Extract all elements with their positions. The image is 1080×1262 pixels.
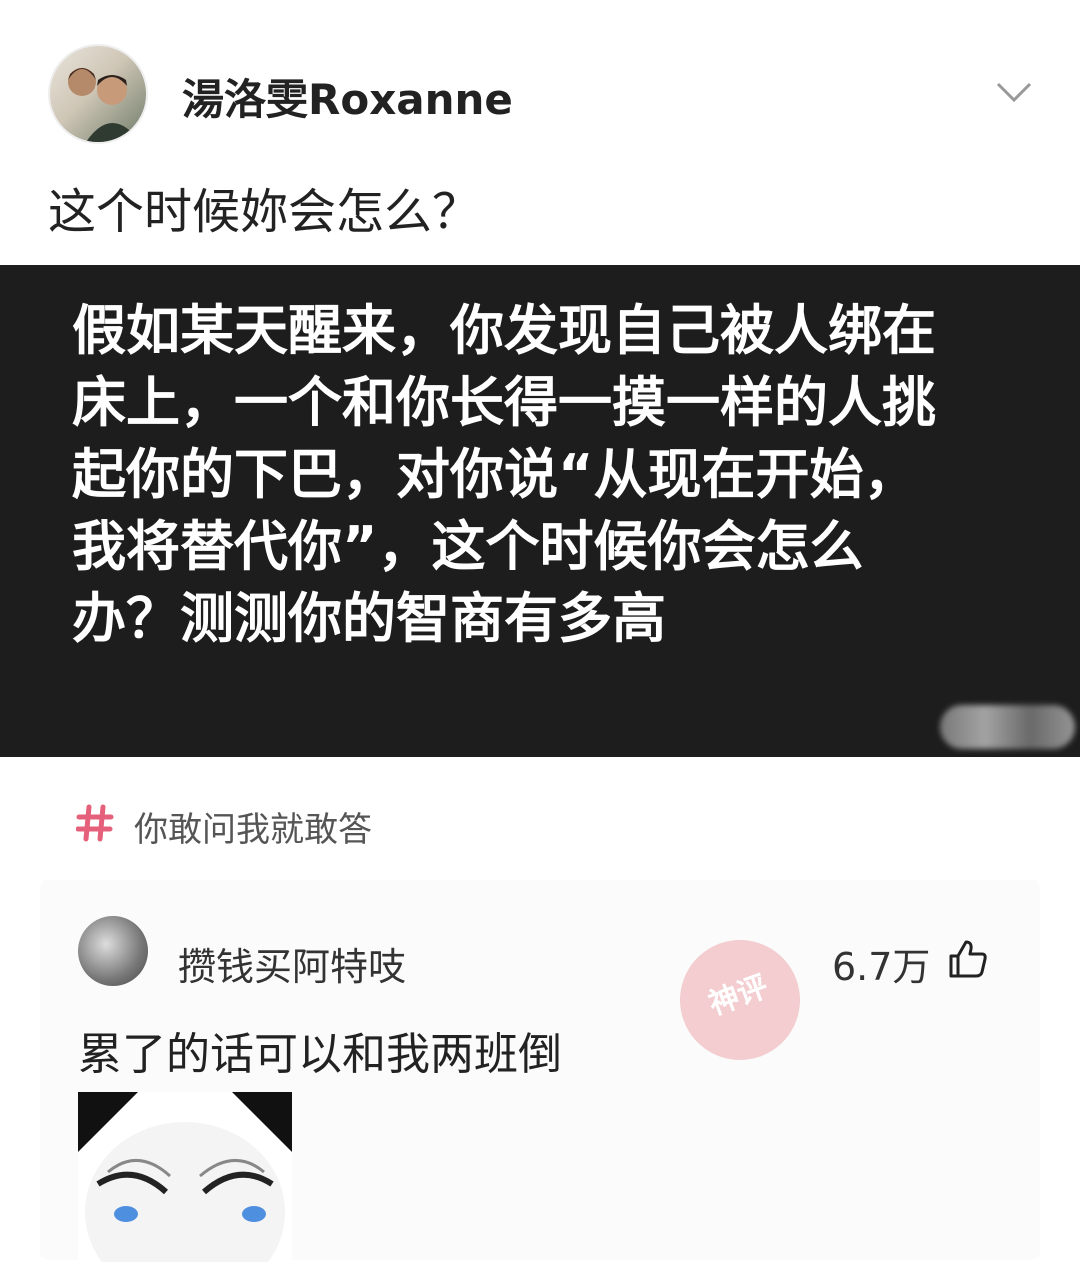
like-count: 6.7万 <box>832 945 931 989</box>
stamp-label: 神评 <box>704 969 773 1023</box>
hashtag-icon <box>76 804 114 842</box>
commenter-name[interactable]: 攒钱买阿特吱 <box>178 936 406 991</box>
thumbs-up-icon[interactable] <box>945 936 989 980</box>
post-title: 这个时候妳会怎么？ <box>48 184 481 240</box>
author-avatar[interactable] <box>48 44 148 144</box>
comment-text: 累了的话可以和我两班倒 <box>78 1029 562 1080</box>
watermark-blur <box>940 705 1075 749</box>
question-text: 假如某天醒来，你发现自己被人绑在 床上，一个和你长得一摸一样的人挑 起你的下巴，… <box>72 299 936 650</box>
commenter-avatar[interactable] <box>78 916 148 986</box>
post-header: 湯洛雯Roxanne <box>0 0 1080 150</box>
meme-face-image[interactable] <box>78 1092 292 1262</box>
top-comment: 攒钱买阿特吱 神评 6.7万 累了的话可以和我两班倒 <box>40 880 1040 1262</box>
top-comment-stamp: 神评 <box>663 923 817 1077</box>
author-name[interactable]: 湯洛雯Roxanne <box>182 66 513 127</box>
question-card: 假如某天醒来，你发现自己被人绑在 床上，一个和你长得一摸一样的人挑 起你的下巴，… <box>0 265 1080 757</box>
topic-label: 你敢问我就敢答 <box>134 810 372 850</box>
chevron-down-icon[interactable] <box>996 80 1032 104</box>
